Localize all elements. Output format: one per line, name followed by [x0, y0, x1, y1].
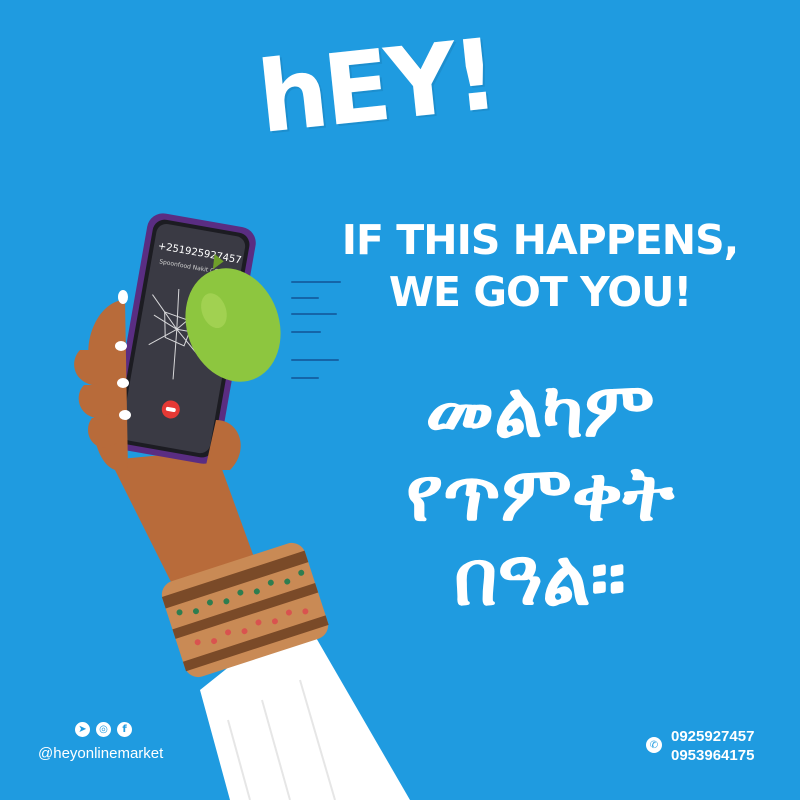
motion-lines	[291, 281, 341, 379]
contact-numbers: 0925927457 0953964175	[671, 727, 754, 765]
facebook-icon[interactable]: f	[117, 722, 132, 737]
social-icons: ➤ ◎ f	[75, 722, 132, 737]
social-handle[interactable]: @heyonlinemarket	[38, 745, 163, 762]
contact-number-1[interactable]: 0925927457	[671, 727, 754, 746]
telegram-icon[interactable]: ➤	[75, 722, 90, 737]
instagram-icon[interactable]: ◎	[96, 722, 111, 737]
poster: hEY! IF THIS HAPPENS, WE GOT YOU! መልካም የ…	[0, 0, 800, 800]
hand-phone-lemon-illustration: +251925927457 Spoonfood Nakit CCC	[74, 213, 410, 800]
contact-number-2[interactable]: 0953964175	[671, 746, 754, 765]
phone-icon: ✆	[646, 737, 662, 753]
